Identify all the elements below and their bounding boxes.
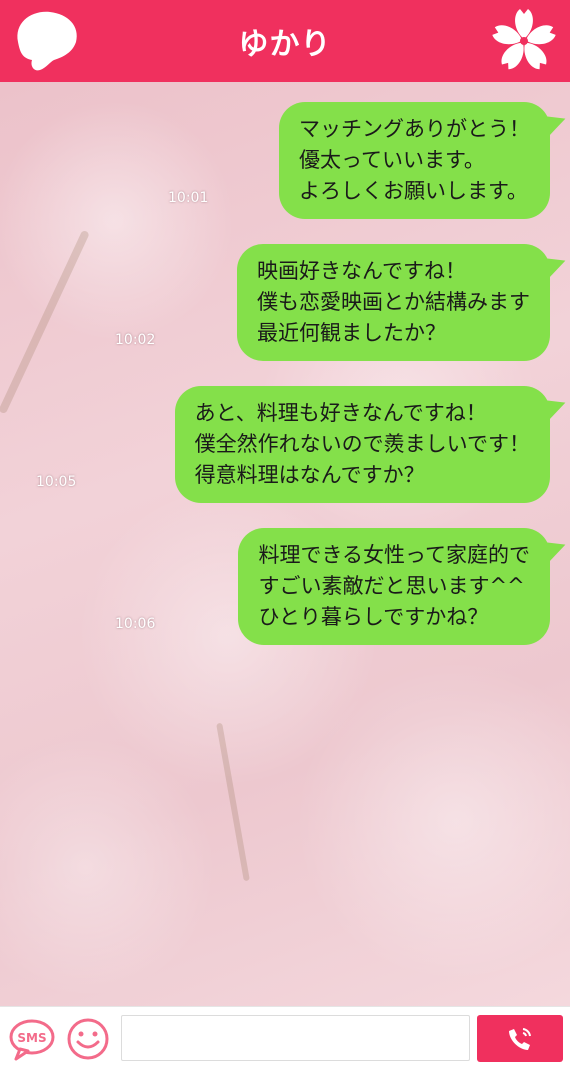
message-row: 映画好きなんですね！ 僕も恋愛映画とか結構みます 最近何観ましたか？ [237, 244, 550, 361]
message-row: マッチングありがとう！ 優太っていいます。 よろしくお願いします。 [279, 102, 550, 219]
sms-icon[interactable]: SMS [8, 1017, 56, 1061]
background-branch [216, 722, 250, 882]
message-bubble[interactable]: あと、料理も好きなんですね！ 僕全然作れないので羨ましいです！ 得意料理はなんで… [174, 386, 550, 503]
call-button[interactable] [477, 1015, 563, 1062]
message-bubble[interactable]: 料理できる女性って家庭的で すごい素敵だと思います^^ ひとり暮らしですかね？ [238, 528, 550, 645]
message-bubble[interactable]: 映画好きなんですね！ 僕も恋愛映画とか結構みます 最近何観ましたか？ [237, 244, 550, 361]
message-bubble[interactable]: マッチングありがとう！ 優太っていいます。 よろしくお願いします。 [279, 102, 550, 219]
message-time: 10:06 [115, 616, 156, 632]
message-row: 料理できる女性って家庭的で すごい素敵だと思います^^ ひとり暮らしですかね？ [238, 528, 550, 645]
avatar-icon[interactable] [10, 8, 80, 74]
sms-icon-label: SMS [17, 1031, 46, 1045]
message-time: 10:05 [36, 474, 77, 490]
sakura-icon[interactable] [490, 6, 558, 76]
message-time: 10:02 [115, 332, 156, 348]
contact-name: ゆかり [238, 27, 332, 62]
message-input[interactable] [121, 1015, 470, 1061]
input-bar: SMS [0, 1006, 570, 1069]
app-header: ゆかり [0, 0, 570, 82]
chat-area[interactable]: マッチングありがとう！ 優太っていいます。 よろしくお願いします。 10:01 … [0, 82, 570, 1006]
message-time: 10:01 [168, 190, 209, 206]
background-branch [0, 229, 90, 415]
phone-icon [509, 1027, 531, 1050]
smile-icon[interactable] [66, 1017, 110, 1061]
message-row: あと、料理も好きなんですね！ 僕全然作れないので羨ましいです！ 得意料理はなんで… [174, 386, 550, 503]
